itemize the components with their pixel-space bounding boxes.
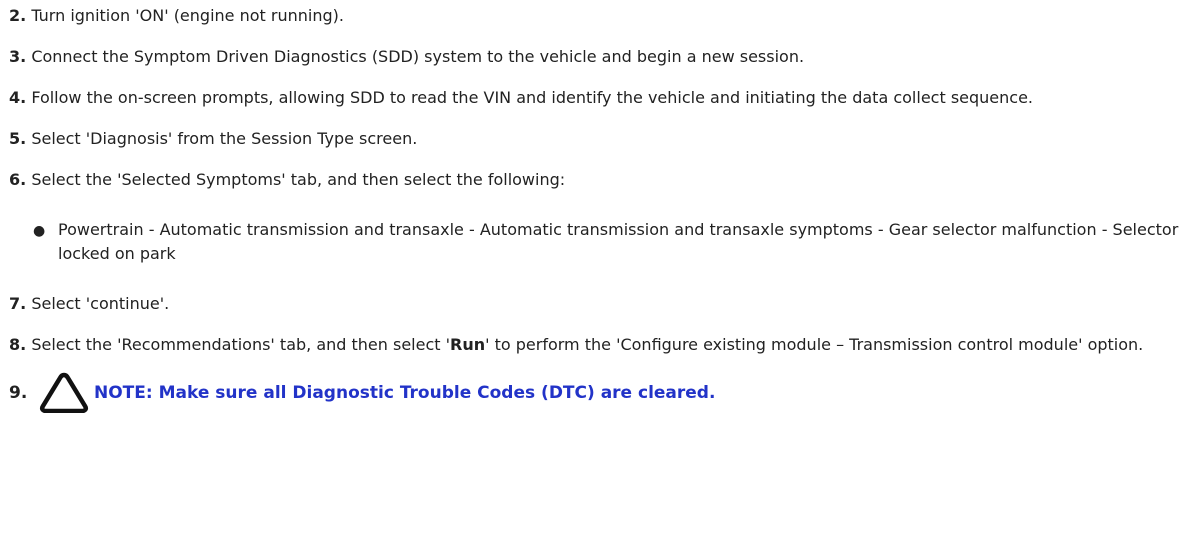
note-text: NOTE: Make sure all Diagnostic Trouble C… (94, 383, 716, 403)
step-text-after: ' to perform the 'Configure existing mod… (485, 335, 1144, 354)
step-number: 3. (9, 47, 27, 66)
step-5: 5. Select 'Diagnosis' from the Session T… (9, 127, 1194, 151)
step-text: Select 'continue'. (31, 294, 170, 313)
step-text: Select the 'Selected Symptoms' tab, and … (31, 170, 566, 189)
symptom-path: Powertrain - Automatic transmission and … (58, 220, 1179, 263)
step-text: Follow the on-screen prompts, allowing S… (31, 88, 1033, 107)
step-text: Turn ignition 'ON' (engine not running). (31, 6, 344, 25)
step-8: 8. Select the 'Recommendations' tab, and… (9, 333, 1194, 357)
step-6: 6. Select the 'Selected Symptoms' tab, a… (9, 168, 1194, 192)
step-4: 4. Follow the on-screen prompts, allowin… (9, 86, 1194, 110)
step-number: 7. (9, 294, 27, 313)
step-number: 4. (9, 88, 27, 107)
step-2: 2. Turn ignition 'ON' (engine not runnin… (9, 4, 1194, 28)
step-text-before: Select the 'Recommendations' tab, and th… (31, 335, 451, 354)
run-keyword: Run (450, 335, 486, 354)
step-number: 6. (9, 170, 27, 189)
step-text: Connect the Symptom Driven Diagnostics (… (31, 47, 805, 66)
step-9: 9. NOTE: Make sure all Diagnostic Troubl… (9, 371, 1194, 415)
warning-triangle-icon (39, 372, 89, 413)
step-number: 2. (9, 6, 27, 25)
symptom-list: ● Powertrain - Automatic transmission an… (9, 218, 1194, 266)
step-number: 5. (9, 129, 27, 148)
step-3: 3. Connect the Symptom Driven Diagnostic… (9, 45, 1194, 69)
bullet-icon: ● (33, 223, 46, 239)
step-text: Select 'Diagnosis' from the Session Type… (31, 129, 418, 148)
step-7: 7. Select 'continue'. (9, 292, 1194, 316)
list-item: ● Powertrain - Automatic transmission an… (9, 218, 1188, 266)
step-number: 8. (9, 335, 27, 354)
procedure-document: 2. Turn ignition 'ON' (engine not runnin… (9, 4, 1194, 415)
step-number: 9. (9, 383, 28, 403)
